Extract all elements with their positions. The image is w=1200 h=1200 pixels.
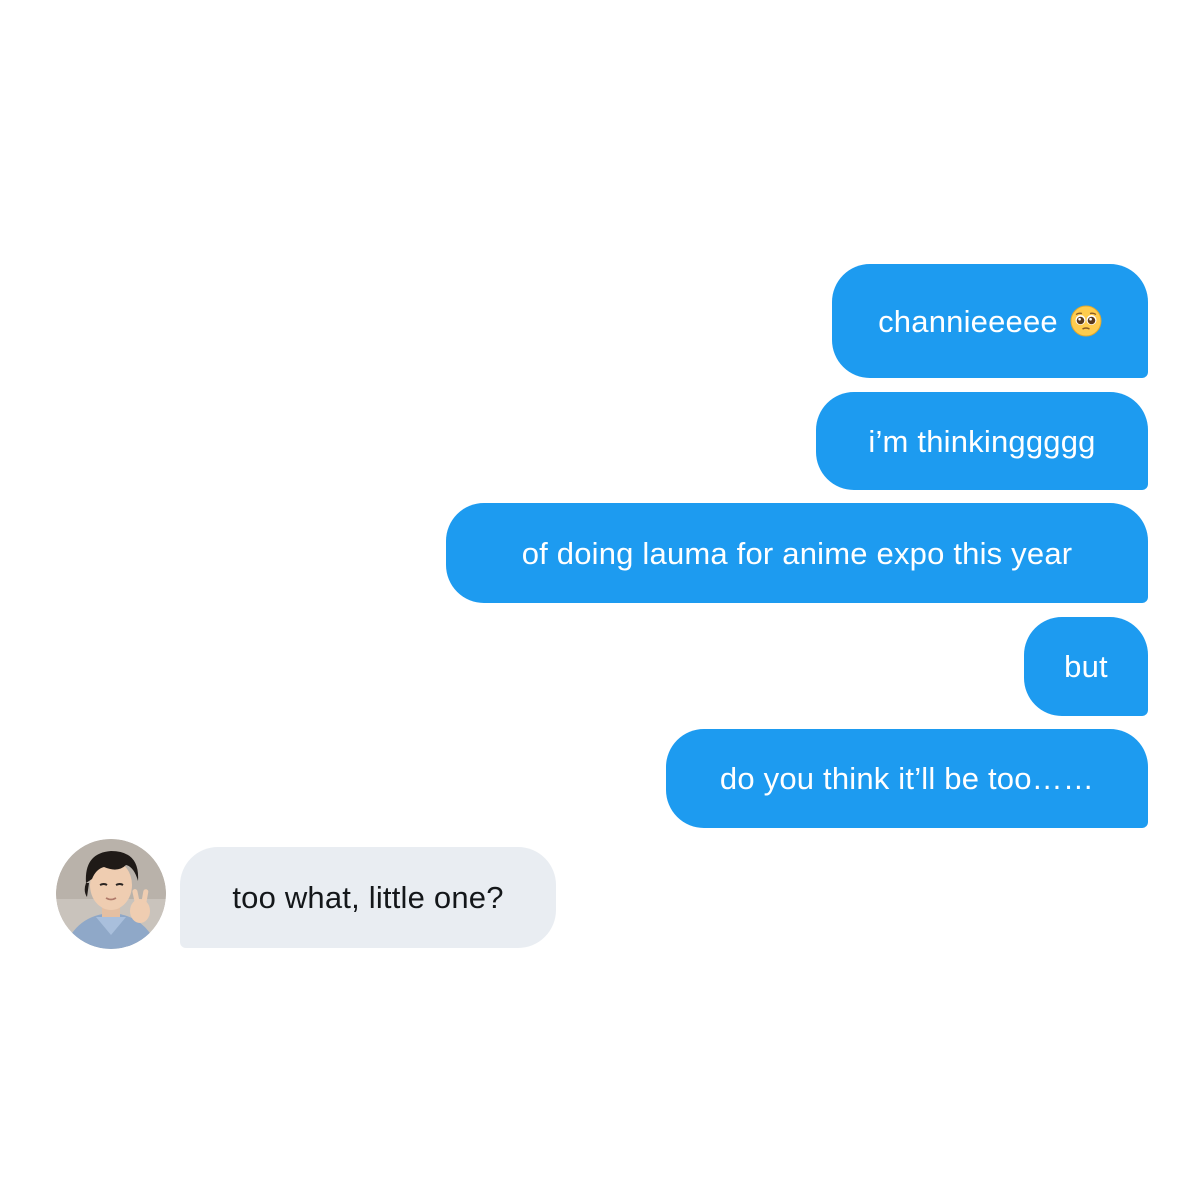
sent-message-bubble[interactable]: but (1024, 617, 1148, 716)
sent-message-bubble[interactable]: i’m thinkinggggg (816, 392, 1148, 490)
sent-message-bubble[interactable]: do you think it’ll be too…… (666, 729, 1148, 828)
message-text: too what, little one? (232, 880, 504, 915)
avatar-photo-icon (56, 839, 166, 949)
contact-avatar[interactable] (56, 839, 166, 949)
message-text: channieeeee (878, 303, 1058, 339)
chat-thread: channieeeee i’m thinkinggggg of doing la… (0, 0, 1200, 1200)
sent-message-bubble[interactable]: channieeeee (832, 264, 1148, 378)
received-message-bubble[interactable]: too what, little one? (180, 847, 556, 948)
message-text: but (1064, 649, 1108, 684)
sent-message-bubble[interactable]: of doing lauma for anime expo this year (446, 503, 1148, 603)
message-text: i’m thinkinggggg (868, 423, 1096, 459)
message-text: do you think it’ll be too…… (719, 761, 1095, 796)
pleading-face-icon (1070, 305, 1102, 337)
message-text: of doing lauma for anime expo this year (521, 535, 1073, 571)
